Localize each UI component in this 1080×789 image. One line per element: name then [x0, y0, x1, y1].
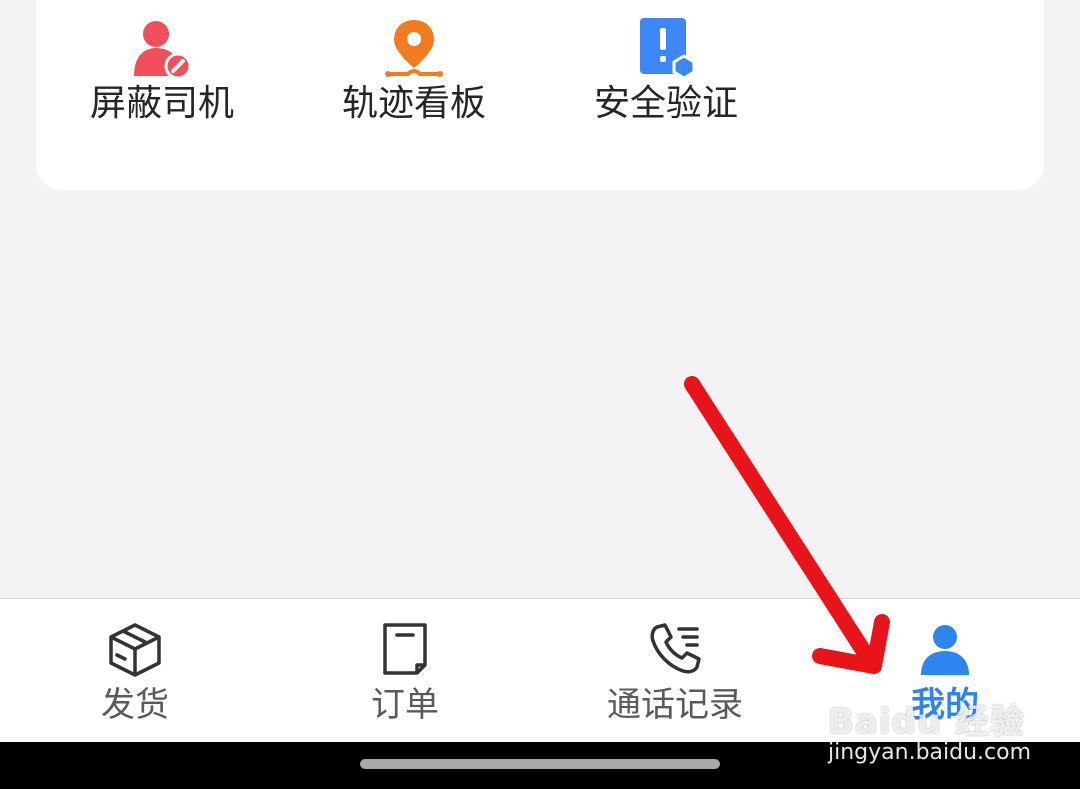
tab-label: 通话记录	[607, 685, 743, 725]
tab-ship[interactable]: 发货	[0, 599, 270, 743]
tool-label: 安全验证	[593, 83, 738, 124]
tool-safety-check[interactable]: 安全验证	[540, 0, 792, 160]
tool-block-driver[interactable]: 屏蔽司机	[36, 0, 288, 160]
tool-label: 屏蔽司机	[89, 83, 234, 124]
track-pin-icon	[288, 16, 540, 80]
tools-card: 屏蔽司机 轨迹看板 安全验证	[36, 0, 1044, 190]
tab-label: 订单	[371, 685, 439, 725]
tool-track-board[interactable]: 轨迹看板	[288, 0, 540, 160]
tool-label: 轨迹看板	[341, 83, 486, 124]
watermark-logo: Baidu 经验	[828, 702, 1025, 742]
call-log-icon	[540, 621, 810, 677]
safety-check-icon	[540, 16, 792, 80]
tab-label: 发货	[101, 685, 169, 725]
package-icon	[0, 621, 270, 677]
block-driver-icon	[36, 16, 288, 80]
person-icon	[810, 621, 1080, 677]
watermark-url: jingyan.baidu.com	[828, 740, 1032, 765]
home-indicator[interactable]	[360, 759, 720, 769]
tab-orders[interactable]: 订单	[270, 599, 540, 743]
order-icon	[270, 621, 540, 677]
tab-call-log[interactable]: 通话记录	[540, 599, 810, 743]
